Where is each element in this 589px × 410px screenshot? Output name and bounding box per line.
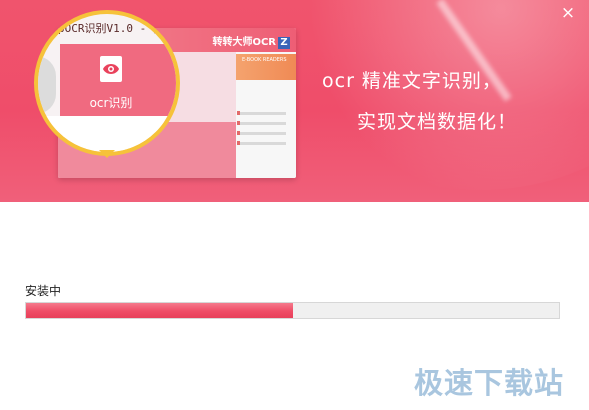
- preview-side-panel: E-BOOK READERS: [236, 52, 296, 178]
- header-banner: 转转大师OCR Z E-BOOK READERS pOCR识别V1.0 - 我 o…: [0, 0, 589, 202]
- lens-window-title: pOCR识别V1.0 - 我: [58, 22, 164, 35]
- preview-brand: 转转大师OCR Z: [212, 33, 290, 49]
- brand-badge-icon: Z: [278, 37, 290, 49]
- panel-list-item: [237, 121, 286, 125]
- install-status-label: 安装中: [25, 284, 62, 298]
- slogan-line-2: 实现文档数据化！: [357, 111, 518, 133]
- panel-list-item: [237, 131, 286, 135]
- doc-eye-icon: [100, 56, 122, 82]
- panel-list-item: [237, 111, 286, 115]
- panel-list-item: [237, 141, 286, 145]
- app-label: ocr识别: [89, 96, 133, 110]
- lens-pointer: [99, 150, 115, 158]
- slogan-line-1: ocr 精准文字识别，: [322, 70, 502, 92]
- panel-header: E-BOOK READERS: [236, 54, 296, 80]
- magnifier-lens: pOCR识别V1.0 - 我 ocr识别: [34, 10, 180, 156]
- install-progress-bar: [25, 302, 560, 319]
- site-watermark: 极速下载站: [414, 366, 565, 400]
- close-button[interactable]: ×: [558, 3, 578, 23]
- install-progress-fill: [26, 303, 293, 318]
